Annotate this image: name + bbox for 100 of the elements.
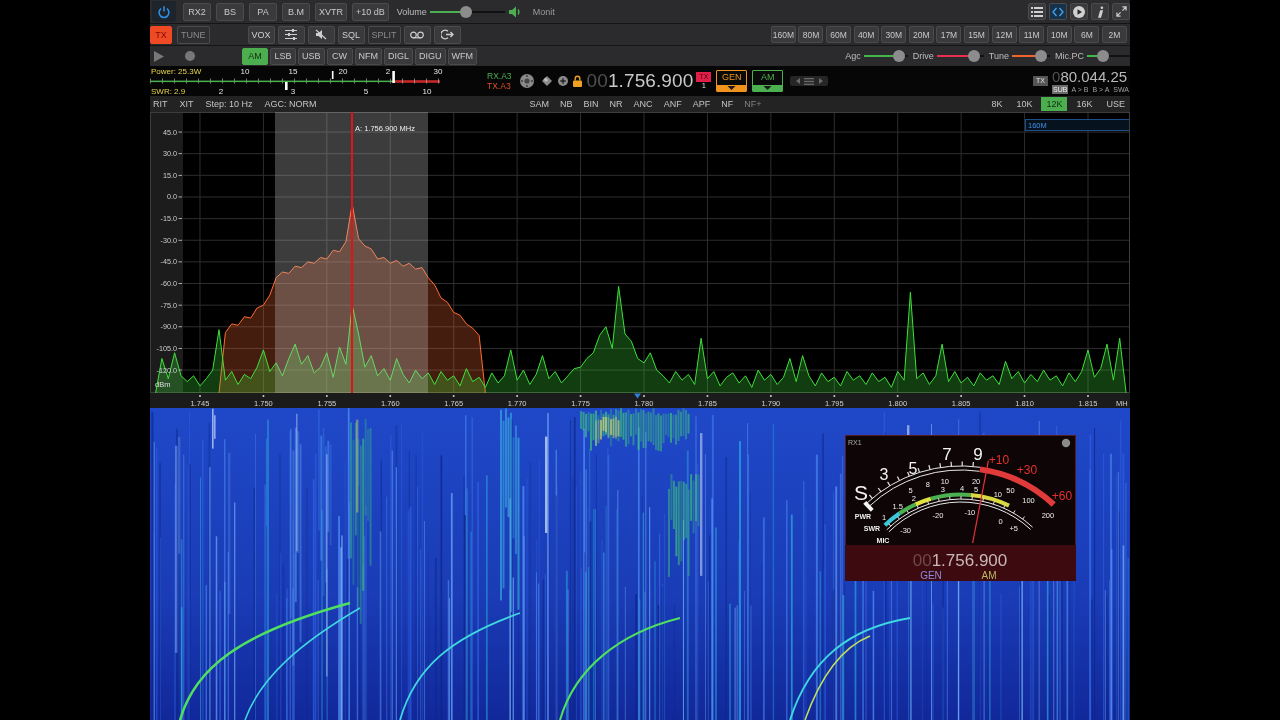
power-button[interactable] <box>152 1 176 22</box>
info-button[interactable] <box>1091 3 1109 20</box>
swr-scale-label: 2 <box>218 86 224 96</box>
status-label: RIT <box>153 99 168 109</box>
mute-button[interactable] <box>307 25 335 44</box>
over-scale-label: +30 <box>1016 463 1038 477</box>
expand-button[interactable] <box>1112 3 1130 20</box>
monitor-label: Monit <box>532 6 555 17</box>
function-button[interactable]: VOX <box>247 25 275 44</box>
mode-button[interactable]: USB <box>298 47 325 65</box>
mode-button[interactable]: LSB <box>270 47 296 65</box>
lock-icon[interactable] <box>572 75 582 87</box>
function-button[interactable]: SQL <box>337 25 365 44</box>
equalizer-button[interactable] <box>277 25 305 44</box>
exit-button[interactable] <box>433 25 461 44</box>
speaker-icon[interactable] <box>508 5 522 18</box>
play-icon[interactable] <box>154 50 164 62</box>
band-button[interactable]: 30M <box>881 26 907 43</box>
band-button[interactable]: 12M <box>991 26 1017 43</box>
band-button[interactable]: 40M <box>853 26 879 43</box>
code-view-button[interactable] <box>1049 3 1067 20</box>
level-slider[interactable] <box>863 50 908 62</box>
power-reading: Power: 25.3W <box>151 67 202 76</box>
play-circle-icon <box>1073 5 1085 18</box>
menu-icon[interactable] <box>804 77 815 85</box>
caret-icon <box>717 85 747 91</box>
filter-button[interactable]: SAM <box>529 99 550 109</box>
passband-highlight[interactable] <box>275 112 428 393</box>
status-label: Step: 10 Hz <box>205 99 253 109</box>
mode-label: AM <box>981 570 997 581</box>
close-icon[interactable] <box>1061 438 1071 448</box>
tape-icon <box>410 30 425 39</box>
over-scale-label: +10 <box>988 453 1010 467</box>
slider-thumb[interactable] <box>1034 50 1047 62</box>
toolbar-button[interactable]: RX2 <box>183 2 211 21</box>
power-icon <box>157 4 171 19</box>
band-button[interactable]: 160M <box>770 26 796 43</box>
bandwidth-button[interactable]: 16K <box>1071 97 1098 111</box>
filter-button[interactable]: NR <box>609 99 623 109</box>
s-unit-label: 5 <box>908 460 918 477</box>
slider-thumb[interactable] <box>968 50 981 62</box>
list-view-button[interactable] <box>1028 3 1046 20</box>
band-button[interactable]: 10M <box>1046 26 1072 43</box>
mode-button[interactable]: AM <box>242 47 268 65</box>
over-scale-label: +60 <box>1051 489 1073 503</box>
mode-button[interactable]: DIGL <box>384 47 414 65</box>
right-arrow-icon[interactable] <box>818 78 823 84</box>
filter-button[interactable]: BIN <box>583 99 599 109</box>
level-slider[interactable] <box>1012 50 1050 62</box>
level-slider[interactable] <box>1087 50 1130 62</box>
band-button[interactable]: 20M <box>908 26 934 43</box>
mode-button[interactable]: WFM <box>447 47 478 65</box>
filter-button[interactable]: ANC <box>633 99 653 109</box>
toolbar-button[interactable]: B.M <box>282 2 310 21</box>
recorder-button[interactable] <box>403 25 431 44</box>
bandwidth-button[interactable]: USE <box>1101 97 1130 111</box>
filter-button[interactable]: NF <box>721 99 734 109</box>
exit-icon <box>440 29 454 40</box>
play-button[interactable] <box>1070 3 1088 20</box>
dpad-icon[interactable] <box>519 74 534 88</box>
slider-thumb[interactable] <box>459 5 472 18</box>
band-button[interactable]: 6M <box>1074 26 1100 43</box>
bandwidth-button[interactable]: 10K <box>1011 97 1038 111</box>
volume-slider[interactable] <box>429 5 505 18</box>
band-button[interactable]: 11M <box>1019 26 1045 43</box>
s-unit-label: 7 <box>942 445 952 464</box>
frequency-display[interactable]: 080.044.25 <box>1052 68 1130 85</box>
s-unit-label: S <box>854 481 868 504</box>
frequency-display[interactable]: 001.756.900 <box>586 70 694 92</box>
left-arrow-icon[interactable] <box>795 78 800 84</box>
filter-button[interactable]: APF <box>692 99 711 109</box>
eraser-icon[interactable] <box>541 76 552 86</box>
band-button[interactable]: 2M <box>1102 26 1127 43</box>
code-icon <box>1052 6 1064 17</box>
bandwidth-button[interactable]: 8K <box>986 97 1008 111</box>
toolbar-button[interactable]: BS <box>216 2 244 21</box>
power-scale-label: 2 <box>385 67 391 76</box>
toolbar-button[interactable]: XVTR <box>315 2 347 21</box>
band-button[interactable]: 17M <box>936 26 962 43</box>
mode-button[interactable]: DIGU <box>415 47 446 65</box>
toolbar-button[interactable]: +10 dB <box>352 2 389 21</box>
s-unit-label: 3 <box>879 466 889 483</box>
selector-button[interactable]: GEN <box>716 70 748 92</box>
power-scale-label: 10 <box>240 67 250 76</box>
slider-thumb[interactable] <box>893 50 905 62</box>
mute-icon <box>315 29 327 40</box>
filter-button[interactable]: ANF <box>663 99 682 109</box>
bandwidth-button[interactable]: 12K <box>1041 97 1068 111</box>
toolbar-button[interactable]: PA <box>249 2 277 21</box>
band-button[interactable]: 15M <box>964 26 990 43</box>
band-button[interactable]: 60M <box>826 26 852 43</box>
record-icon[interactable] <box>185 51 195 61</box>
mode-button[interactable]: CW <box>326 47 353 65</box>
mode-button[interactable]: NFM <box>354 47 382 65</box>
slider-thumb[interactable] <box>1096 50 1109 62</box>
add-icon[interactable] <box>557 76 568 86</box>
filter-button[interactable]: NB <box>560 99 573 109</box>
level-slider[interactable] <box>936 50 984 62</box>
selector-button[interactable]: AM <box>752 70 784 92</box>
band-button[interactable]: 80M <box>798 26 824 43</box>
